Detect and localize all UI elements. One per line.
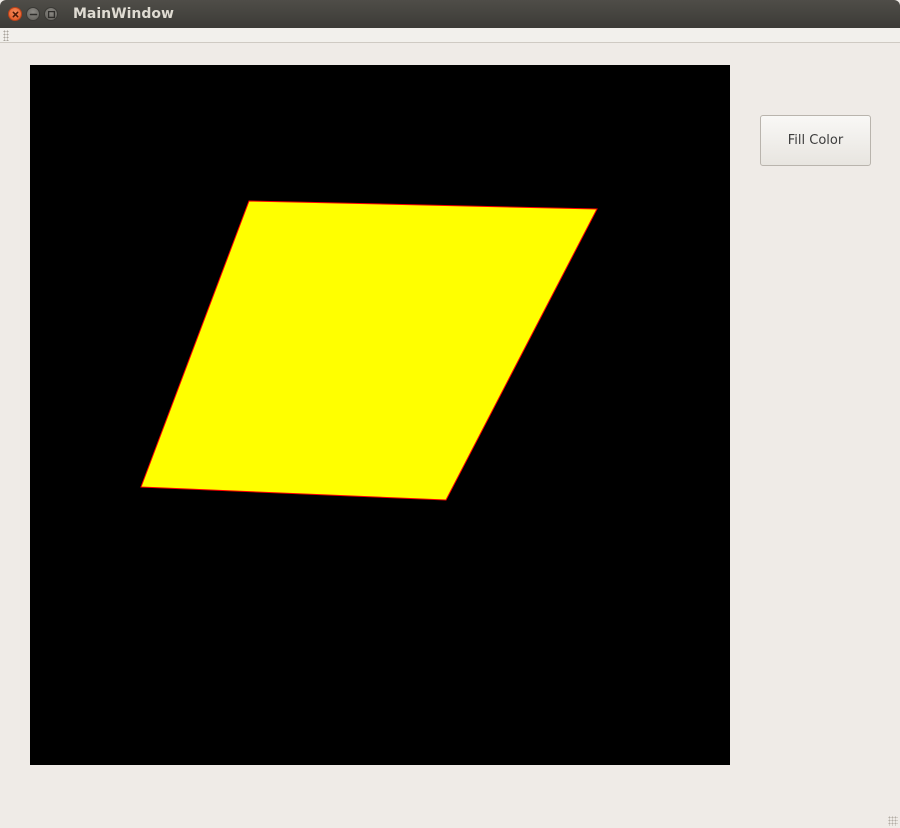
main-window: MainWindow Fill Color	[0, 0, 900, 828]
filled-parallelogram	[140, 200, 598, 501]
maximize-icon[interactable]	[44, 7, 58, 21]
window-controls	[8, 7, 58, 21]
drawing-canvas[interactable]	[30, 65, 730, 765]
close-icon[interactable]	[8, 7, 22, 21]
resize-grip-icon[interactable]	[888, 816, 898, 826]
window-title: MainWindow	[73, 6, 174, 22]
minimize-icon[interactable]	[26, 7, 40, 21]
toolbar-grip-icon[interactable]	[3, 30, 9, 41]
fill-color-button[interactable]: Fill Color	[760, 115, 871, 166]
toolbar-strip	[0, 28, 900, 43]
canvas-svg	[140, 200, 598, 501]
title-bar[interactable]: MainWindow	[0, 0, 900, 28]
